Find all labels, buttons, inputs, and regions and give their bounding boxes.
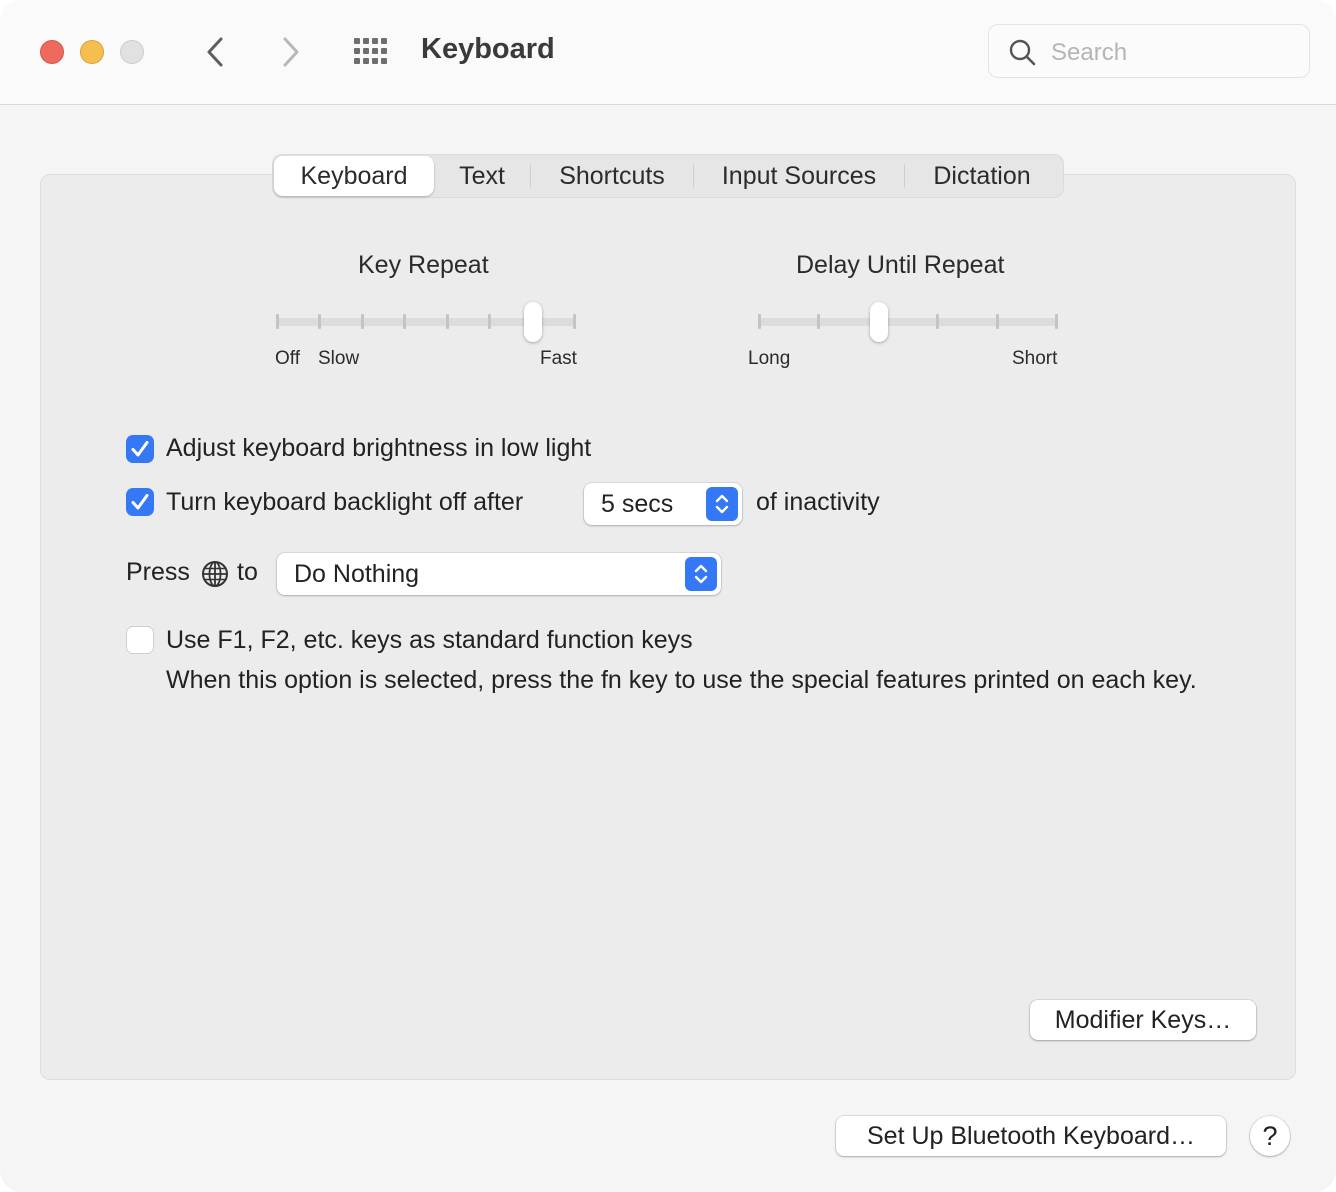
- bluetooth-keyboard-button[interactable]: Set Up Bluetooth Keyboard…: [836, 1116, 1226, 1156]
- search-input[interactable]: [1049, 35, 1303, 71]
- tab-dictation[interactable]: Dictation: [905, 156, 1059, 196]
- globe-icon: [202, 561, 228, 587]
- forward-button[interactable]: [272, 34, 308, 70]
- chevron-left-icon: [207, 37, 223, 67]
- help-button[interactable]: ?: [1250, 1116, 1290, 1156]
- checkmark-icon: [131, 494, 149, 510]
- key-repeat-tick: [318, 314, 322, 329]
- search-field[interactable]: [988, 24, 1310, 78]
- delay-until-repeat-tick: [758, 314, 761, 329]
- key-repeat-tick: [573, 314, 576, 329]
- checkmark-icon: [131, 441, 149, 457]
- key-repeat-tick: [360, 314, 364, 329]
- tab-shortcuts[interactable]: Shortcuts: [531, 156, 693, 196]
- key-repeat-tick: [488, 314, 492, 329]
- backlight-duration-popup[interactable]: 5 secs: [584, 483, 742, 525]
- key-repeat-label-slow: Slow: [318, 348, 360, 369]
- to-label: to: [237, 558, 258, 586]
- globe-action-popup[interactable]: Do Nothing: [277, 553, 721, 595]
- function-keys-label: Use F1, F2, etc. keys as standard functi…: [166, 626, 693, 654]
- delay-until-repeat-tick: [1055, 314, 1058, 329]
- title-bar: Keyboard: [0, 0, 1336, 105]
- delay-until-repeat-track[interactable]: [758, 318, 1058, 326]
- key-repeat-knob[interactable]: [523, 302, 542, 342]
- backlight-duration-value: 5 secs: [601, 490, 674, 518]
- delay-until-repeat-tick: [936, 314, 940, 329]
- delay-until-repeat-tick: [817, 314, 821, 329]
- globe-action-value: Do Nothing: [294, 560, 420, 588]
- back-button[interactable]: [198, 34, 234, 70]
- backlight-off-label: Turn keyboard backlight off after: [166, 488, 524, 516]
- press-label: Press: [126, 558, 190, 586]
- adjust-brightness-checkbox[interactable]: [126, 435, 154, 463]
- tab-keyboard[interactable]: Keyboard: [274, 156, 434, 196]
- delay-until-repeat-knob[interactable]: [869, 302, 888, 342]
- search-icon: [1009, 39, 1036, 66]
- key-repeat-tick: [403, 314, 407, 329]
- adjust-brightness-label: Adjust keyboard brightness in low light: [166, 434, 592, 462]
- tab-input-sources[interactable]: Input Sources: [694, 156, 904, 196]
- popup-stepper: [706, 487, 738, 521]
- delay-until-repeat-title: Delay Until Repeat: [796, 251, 1005, 279]
- chevron-right-icon: [283, 37, 299, 67]
- delay-until-repeat-tick: [995, 314, 999, 329]
- inactivity-label: of inactivity: [756, 488, 880, 516]
- delay-label-short: Short: [1012, 348, 1058, 369]
- key-repeat-tick: [276, 314, 279, 329]
- function-keys-checkbox[interactable]: [126, 626, 154, 654]
- delay-label-long: Long: [748, 348, 791, 369]
- up-down-chevron-icon: [715, 494, 729, 514]
- close-button[interactable]: [40, 40, 64, 64]
- preferences-window: Keyboard Keyboard Text Shortcuts Input S…: [0, 0, 1336, 1192]
- minimize-button[interactable]: [80, 40, 104, 64]
- modifier-keys-button[interactable]: Modifier Keys…: [1030, 1000, 1256, 1040]
- window-title: Keyboard: [421, 33, 555, 65]
- tab-text[interactable]: Text: [434, 156, 530, 196]
- tab-bar: Keyboard Text Shortcuts Input Sources Di…: [272, 154, 1064, 198]
- popup-stepper: [685, 557, 717, 591]
- backlight-off-checkbox[interactable]: [126, 488, 154, 516]
- key-repeat-title: Key Repeat: [358, 251, 489, 279]
- key-repeat-tick: [445, 314, 449, 329]
- show-all-button[interactable]: [352, 38, 392, 66]
- key-repeat-label-off: Off: [275, 348, 300, 369]
- zoom-button[interactable]: [120, 40, 144, 64]
- key-repeat-label-fast: Fast: [540, 348, 577, 369]
- function-keys-description: When this option is selected, press the …: [166, 666, 1197, 694]
- up-down-chevron-icon: [694, 564, 708, 584]
